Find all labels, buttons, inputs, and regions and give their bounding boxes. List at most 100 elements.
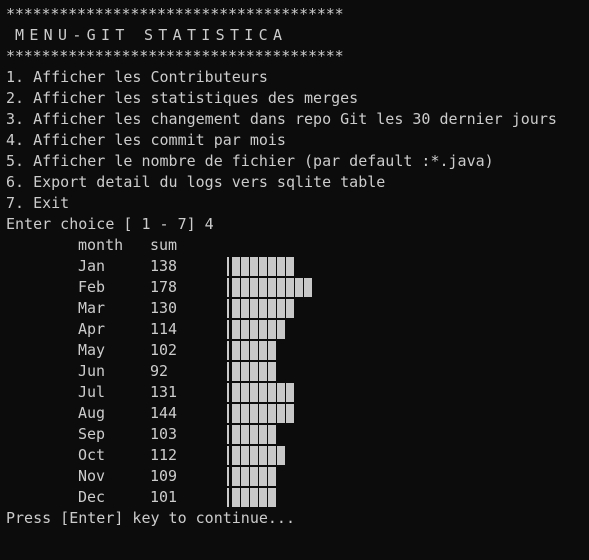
row-bar: [227, 382, 295, 403]
bar-separator: [227, 278, 229, 297]
bar-separator: [227, 320, 229, 339]
table-row: Aug 144: [6, 403, 589, 424]
table-row: Apr 114: [6, 319, 589, 340]
bar-block: [304, 278, 312, 297]
bar-block: [268, 341, 276, 360]
bar-block: [268, 467, 276, 486]
bar-block: [241, 362, 249, 381]
bar-block: [277, 446, 285, 465]
row-month: Jul: [78, 383, 106, 401]
bar-block: [250, 341, 258, 360]
terminal-output: ************************************** M…: [6, 4, 589, 529]
row-sum: 138: [150, 257, 178, 275]
row-bar: [227, 361, 277, 382]
table-row: Sep 103: [6, 424, 589, 445]
menu-option-5: 5. Afficher le nombre de fichier (par de…: [6, 152, 494, 170]
table-row: Feb 178: [6, 277, 589, 298]
bar-blocks: [232, 278, 313, 297]
table-row: Jun 92: [6, 361, 589, 382]
bar-blocks: [232, 404, 295, 423]
bar-block: [259, 488, 267, 507]
bar-block: [259, 404, 267, 423]
bar-separator: [227, 341, 229, 360]
row-month: Apr: [78, 320, 106, 338]
bar-block: [286, 404, 294, 423]
table-row: Mar 130: [6, 298, 589, 319]
bar-block: [268, 488, 276, 507]
bar-block: [259, 446, 267, 465]
bar-block: [250, 383, 258, 402]
bar-separator: [227, 383, 229, 402]
row-bar: [227, 298, 295, 319]
bar-block: [241, 278, 249, 297]
row-month: Jun: [78, 362, 106, 380]
row-sum: 103: [150, 425, 178, 443]
row-month: Oct: [78, 446, 106, 464]
bar-block: [295, 278, 303, 297]
bar-blocks: [232, 299, 295, 318]
row-month: Mar: [78, 299, 106, 317]
row-bar: [227, 340, 277, 361]
bar-block: [268, 404, 276, 423]
bar-block: [232, 488, 240, 507]
header-month: month: [78, 236, 124, 254]
row-bar: [227, 403, 295, 424]
bar-block: [241, 425, 249, 444]
bar-blocks: [232, 467, 277, 486]
menu-title: MENU-GIT STATISTICA: [15, 26, 288, 44]
row-bar: [227, 445, 286, 466]
menu-border-bottom: **************************************: [6, 47, 344, 65]
bar-blocks: [232, 320, 286, 339]
bar-block: [232, 341, 240, 360]
bar-block: [241, 341, 249, 360]
bar-block: [232, 467, 240, 486]
row-sum: 114: [150, 320, 178, 338]
bar-block: [259, 383, 267, 402]
row-sum: 131: [150, 383, 178, 401]
bar-block: [232, 425, 240, 444]
bar-block: [241, 404, 249, 423]
bar-block: [232, 362, 240, 381]
bar-block: [241, 383, 249, 402]
bar-block: [286, 257, 294, 276]
row-sum: 112: [150, 446, 178, 464]
table-row: Jul 131: [6, 382, 589, 403]
bar-block: [286, 299, 294, 318]
bar-block: [277, 404, 285, 423]
bar-block: [259, 278, 267, 297]
bar-block: [286, 383, 294, 402]
row-bar: [227, 487, 277, 508]
row-month: Feb: [78, 278, 106, 296]
bar-block: [259, 257, 267, 276]
bar-block: [259, 425, 267, 444]
table-row: Dec 101: [6, 487, 589, 508]
menu-option-6: 6. Export detail du logs vers sqlite tab…: [6, 173, 386, 191]
bar-block: [241, 488, 249, 507]
bar-block: [241, 257, 249, 276]
bar-block: [259, 320, 267, 339]
row-month: Jan: [78, 257, 106, 275]
row-bar: [227, 319, 286, 340]
bar-block: [268, 257, 276, 276]
row-month: Dec: [78, 488, 106, 506]
bar-block: [250, 425, 258, 444]
bar-block: [259, 362, 267, 381]
bar-block: [259, 341, 267, 360]
bar-block: [268, 383, 276, 402]
row-sum: 101: [150, 488, 178, 506]
row-sum: 144: [150, 404, 178, 422]
row-month: Sep: [78, 425, 106, 443]
bar-block: [250, 320, 258, 339]
bar-block: [250, 257, 258, 276]
bar-block: [268, 320, 276, 339]
bar-block: [277, 383, 285, 402]
row-sum: 92: [150, 362, 169, 380]
bar-block: [268, 278, 276, 297]
row-month: May: [78, 341, 106, 359]
menu-option-2: 2. Afficher les statistiques des merges: [6, 89, 359, 107]
menu-border-top: **************************************: [6, 5, 344, 23]
row-bar: [227, 466, 277, 487]
bar-blocks: [232, 383, 295, 402]
bar-block: [250, 362, 258, 381]
row-sum: 130: [150, 299, 178, 317]
